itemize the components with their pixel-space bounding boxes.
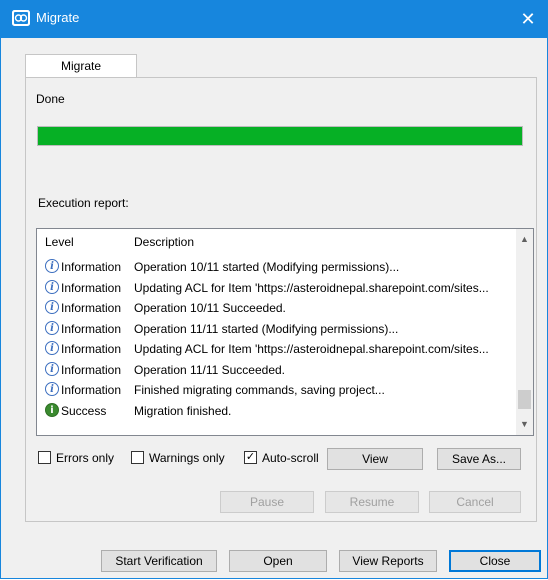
window-title: Migrate: [36, 10, 80, 25]
auto-scroll-label[interactable]: Auto-scroll: [262, 451, 319, 465]
report-row[interactable]: i Information Updating ACL for Item 'https…: [37, 278, 515, 299]
errors-only-label[interactable]: Errors only: [56, 451, 114, 465]
execution-report-list[interactable]: Level Description i Information Operation …: [36, 228, 534, 436]
title-bar: Migrate ✕: [0, 0, 548, 38]
information-icon: i: [45, 341, 59, 355]
row-description: Operation 10/11 started (Modifying permi…: [134, 260, 400, 274]
pause-button[interactable]: Pause: [220, 491, 314, 513]
row-level: Information: [61, 342, 122, 356]
warnings-only-box[interactable]: [131, 451, 144, 464]
row-level: Information: [61, 321, 122, 336]
tab-migrate[interactable]: Migrate: [25, 54, 137, 77]
report-row[interactable]: i Information Operation 11/11 started (Mod…: [37, 319, 515, 340]
view-reports-button[interactable]: View Reports: [339, 550, 437, 572]
row-level: Information: [61, 301, 122, 315]
success-icon: i: [45, 402, 59, 417]
report-row[interactable]: i Information Updating ACL for Item 'https…: [37, 339, 515, 360]
warnings-only-label[interactable]: Warnings only: [149, 451, 225, 465]
information-icon: i: [45, 382, 59, 396]
errors-only-box[interactable]: [38, 451, 51, 464]
row-description: Operation 11/11 started (Modifying permi…: [134, 321, 399, 336]
report-header: Level Description: [37, 229, 515, 255]
progress-bar-fill: [38, 127, 522, 145]
row-description: Updating ACL for Item 'https://asteroidn…: [134, 342, 489, 356]
information-icon: i: [45, 361, 59, 376]
report-scrollbar[interactable]: ▲ ▼: [516, 229, 533, 435]
row-description: Finished migrating commands, saving proj…: [134, 383, 385, 397]
execution-report-label: Execution report:: [38, 196, 129, 210]
view-button[interactable]: View: [327, 448, 423, 470]
report-row[interactable]: i Information Operation 11/11 Succeeded.: [37, 360, 515, 381]
resume-button[interactable]: Resume: [325, 491, 419, 513]
auto-scroll-box[interactable]: ✓: [244, 451, 257, 464]
tab-panel: Done Execution report: Level Description…: [25, 77, 537, 522]
report-row[interactable]: i Information Operation 10/11 started (Mod…: [37, 257, 515, 278]
report-rows: i Information Operation 10/11 started (Mod…: [37, 257, 515, 421]
cancel-button[interactable]: Cancel: [429, 491, 521, 513]
row-description: Operation 11/11 Succeeded.: [134, 362, 285, 377]
row-description: Migration finished.: [134, 403, 232, 418]
report-row[interactable]: i Information Finished migrating commands,…: [37, 380, 515, 401]
start-verification-button[interactable]: Start Verification: [101, 550, 217, 572]
information-icon: i: [45, 320, 59, 335]
status-text: Done: [36, 92, 65, 106]
row-level: Information: [61, 383, 122, 397]
open-button[interactable]: Open: [229, 550, 327, 572]
scroll-down-icon[interactable]: ▼: [516, 416, 533, 433]
scroll-up-icon[interactable]: ▲: [516, 231, 533, 248]
information-icon: i: [45, 259, 59, 273]
dialog-body: Migrate Done Execution report: Level Des…: [0, 38, 548, 579]
row-description: Operation 10/11 Succeeded.: [134, 301, 286, 315]
report-row[interactable]: i Success Migration finished.: [37, 401, 515, 422]
scroll-thumb[interactable]: [518, 390, 531, 409]
row-level: Information: [61, 280, 122, 295]
progress-bar: [37, 126, 523, 146]
row-description: Updating ACL for Item 'https://asteroidn…: [134, 280, 489, 295]
migrate-app-icon: [12, 10, 30, 26]
information-icon: i: [45, 300, 59, 314]
column-header-level[interactable]: Level: [45, 235, 74, 249]
close-button[interactable]: Close: [449, 550, 541, 572]
report-row[interactable]: i Information Operation 10/11 Succeeded.: [37, 298, 515, 319]
close-window-button[interactable]: ✕: [508, 0, 548, 38]
save-as-button[interactable]: Save As...: [437, 448, 521, 470]
row-level: Information: [61, 260, 122, 274]
row-level: Information: [61, 362, 122, 377]
information-icon: i: [45, 279, 59, 294]
column-header-description[interactable]: Description: [134, 235, 194, 249]
row-level: Success: [61, 403, 107, 418]
